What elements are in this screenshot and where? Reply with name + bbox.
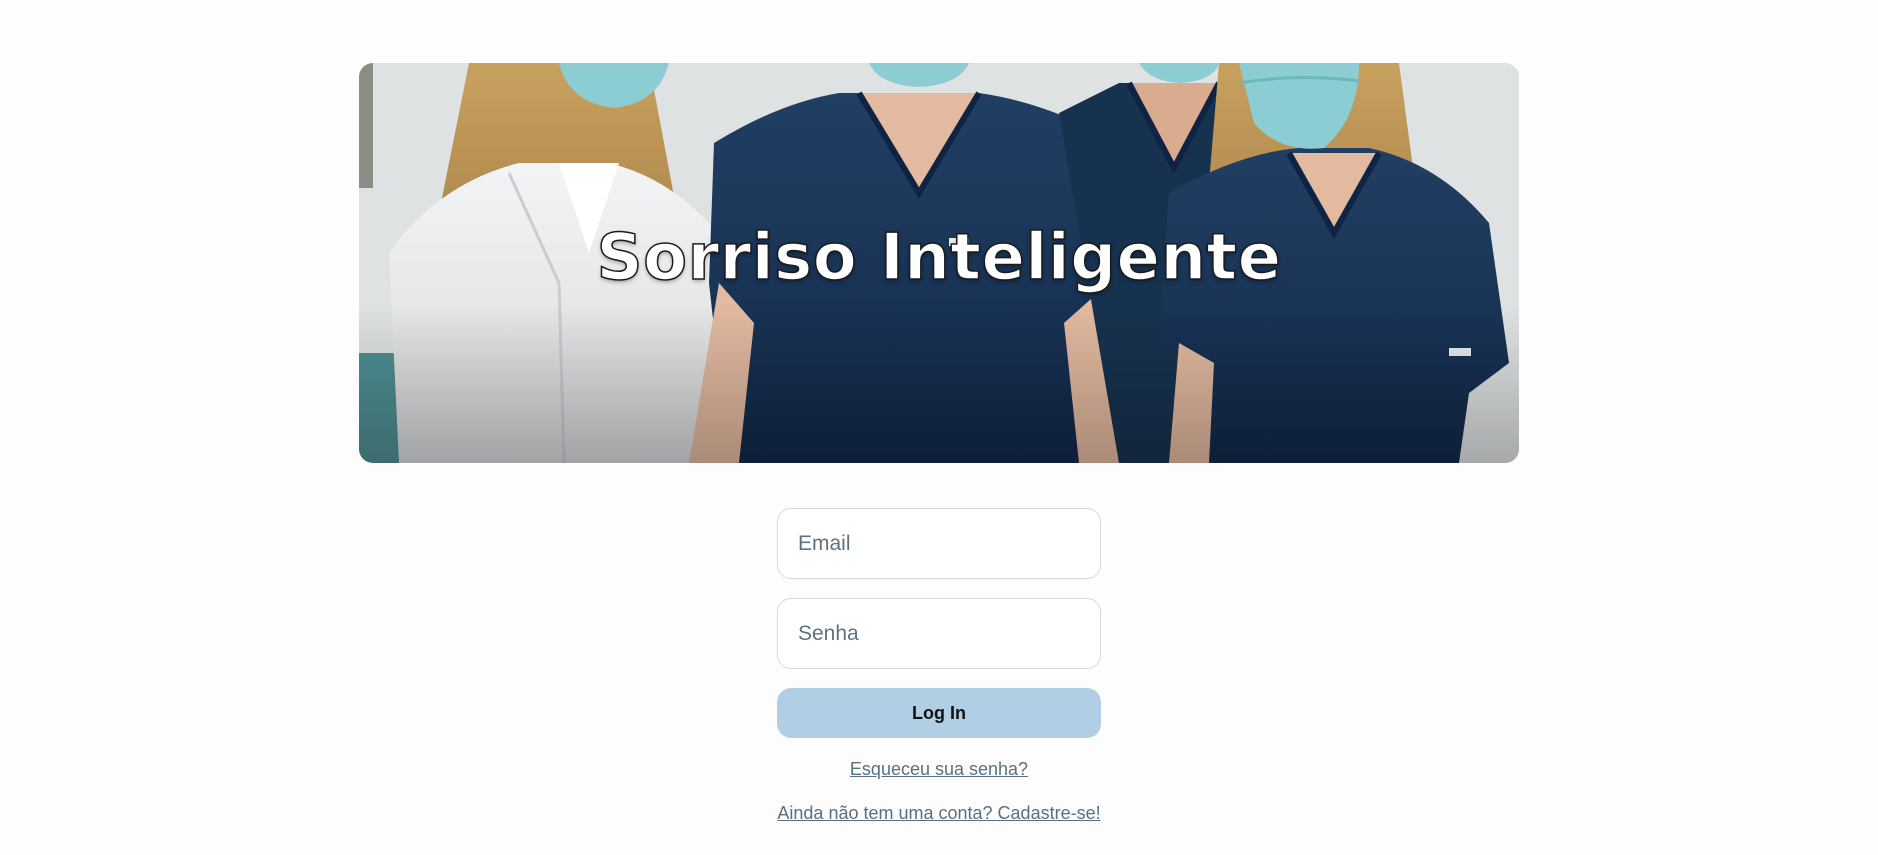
- password-input[interactable]: [777, 598, 1101, 669]
- login-form: Log In Esqueceu sua senha? Ainda não tem…: [777, 508, 1101, 824]
- email-input[interactable]: [777, 508, 1101, 579]
- hero-title: Sorriso Inteligente: [596, 220, 1282, 296]
- login-button[interactable]: Log In: [777, 688, 1101, 738]
- login-page: Sorriso Inteligente Log In Esqueceu sua …: [0, 0, 1878, 855]
- hero-banner: Sorriso Inteligente: [359, 63, 1519, 463]
- forgot-password-link[interactable]: Esqueceu sua senha?: [777, 759, 1101, 780]
- signup-link[interactable]: Ainda não tem uma conta? Cadastre-se!: [777, 803, 1101, 824]
